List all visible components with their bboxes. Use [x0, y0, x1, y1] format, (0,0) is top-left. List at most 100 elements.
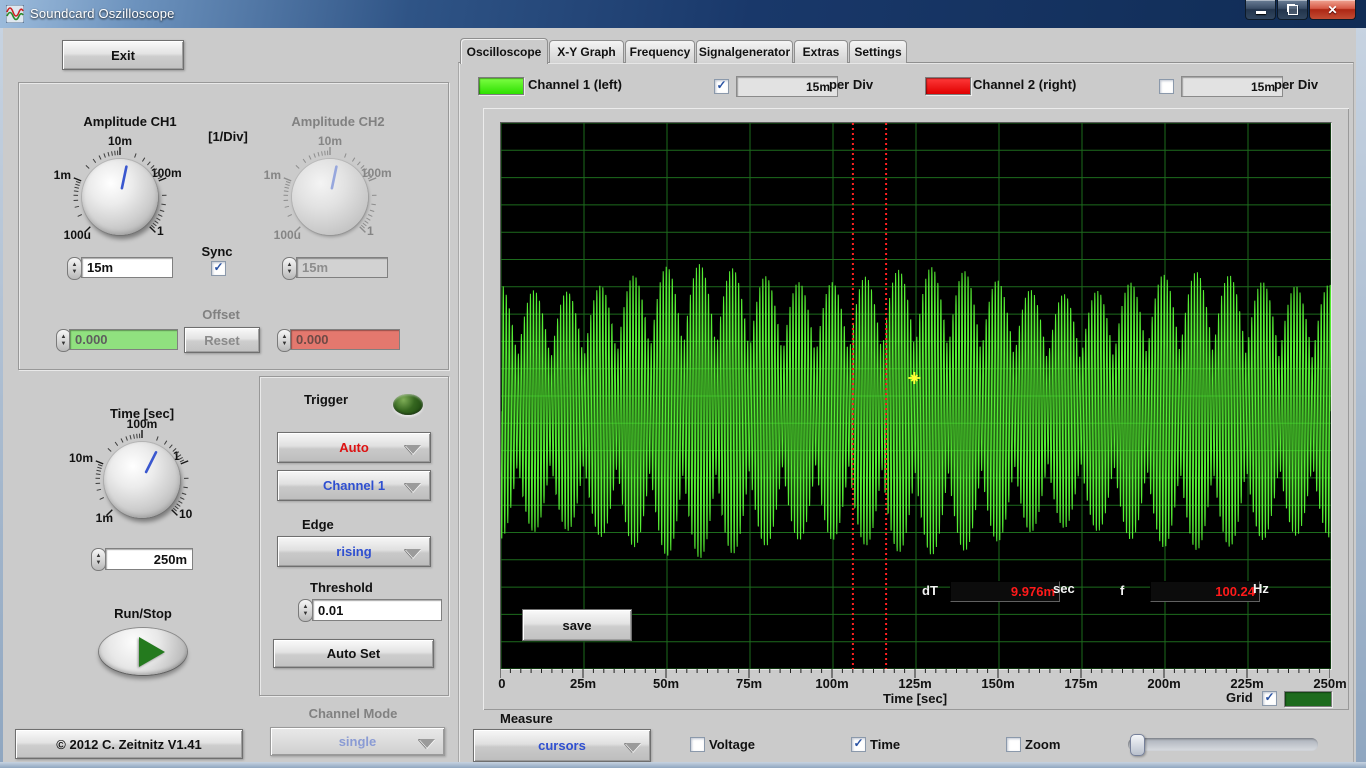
voltage-label: Voltage	[709, 737, 755, 752]
tab-extras[interactable]: Extras	[794, 40, 848, 63]
chevron-down-icon	[405, 549, 421, 558]
save-button[interactable]: save	[522, 609, 632, 641]
chevron-down-icon	[405, 445, 421, 454]
channel2-perdiv-value[interactable]: 15m	[1181, 76, 1283, 97]
amplitude-ch2-spinner[interactable]: ▲▼	[282, 257, 297, 280]
offset-ch2-value[interactable]: 0.000	[290, 329, 400, 350]
minimize-icon	[1256, 11, 1266, 14]
tab-label: Frequency	[630, 45, 691, 59]
x-tick-label: 50m	[653, 676, 679, 691]
grid-label: Grid	[1226, 690, 1253, 705]
zoom-slider-handle[interactable]	[1130, 734, 1145, 756]
x-tick-label: 225m	[1230, 676, 1263, 691]
channel1-perdiv-value[interactable]: 15m	[736, 76, 838, 97]
zoom-label: Zoom	[1025, 737, 1060, 752]
amplitude-ch1-spinner[interactable]: ▲▼	[67, 257, 82, 280]
offset-ch1-value[interactable]: 0.000	[69, 329, 178, 350]
threshold-label: Threshold	[310, 580, 373, 595]
amplitude-ch1-value[interactable]: 15m	[81, 257, 173, 278]
x-tick-label: 0	[498, 676, 505, 691]
x-tick-label: 200m	[1147, 676, 1180, 691]
tab-label: Oscilloscope	[467, 45, 542, 59]
amplitude-ch2-value[interactable]: 15m	[296, 257, 388, 278]
channel1-perdiv-checkbox[interactable]	[714, 79, 729, 94]
time-spinner[interactable]: ▲▼	[91, 548, 106, 571]
tab-label: Signalgenerator	[699, 45, 790, 59]
x-tick-label: 150m	[981, 676, 1014, 691]
amplitude-unit-label: [1/Div]	[196, 129, 260, 144]
tab-oscilloscope[interactable]: Oscilloscope	[460, 38, 548, 64]
time-value[interactable]: 250m	[105, 548, 193, 570]
tab-signalgenerator[interactable]: Signalgenerator	[696, 40, 793, 63]
run-stop-button[interactable]	[99, 628, 187, 675]
window-right-border	[1356, 28, 1366, 768]
freq-value: 100.24	[1150, 581, 1260, 602]
channel-mode-value: single	[339, 734, 377, 749]
measure-selector-dropdown[interactable]: cursors	[473, 729, 651, 762]
app-window: Soundcard Oszilloscope ✕ Exit Amplitude …	[0, 0, 1366, 768]
restore-button[interactable]	[1277, 0, 1308, 20]
channel1-perdiv-label: per Div	[829, 77, 873, 92]
channel1-color-swatch	[478, 77, 524, 95]
trigger-mode-dropdown[interactable]: Auto	[277, 432, 431, 463]
close-button[interactable]: ✕	[1309, 0, 1356, 20]
trigger-source-dropdown[interactable]: Channel 1	[277, 470, 431, 501]
edge-dropdown[interactable]: rising	[277, 536, 431, 567]
channel-mode-dropdown[interactable]: single	[270, 727, 445, 756]
channel2-perdiv-checkbox[interactable]	[1159, 79, 1174, 94]
zoom-checkbox[interactable]	[1006, 737, 1021, 752]
trigger-source-value: Channel 1	[323, 478, 385, 493]
chevron-down-icon	[405, 483, 421, 492]
amplitude-ch1-knob[interactable]: 100u 1m 10m 100m 1	[55, 132, 185, 262]
time-checkbox[interactable]	[851, 737, 866, 752]
tab-frequency[interactable]: Frequency	[625, 40, 695, 63]
x-tick-label: 100m	[815, 676, 848, 691]
time-knob[interactable]: 1m 10m 100m 1 10	[77, 415, 207, 545]
restore-icon	[1288, 5, 1298, 15]
trigger-led	[393, 394, 423, 415]
edge-label: Edge	[302, 517, 334, 532]
zoom-slider[interactable]	[1128, 738, 1318, 751]
save-label: save	[563, 618, 592, 633]
auto-set-button[interactable]: Auto Set	[273, 639, 434, 668]
measure-selector-value: cursors	[538, 738, 586, 753]
knob-ticks-pointer	[265, 132, 395, 262]
tab-settings[interactable]: Settings	[849, 40, 907, 63]
x-axis-title: Time [sec]	[860, 691, 970, 706]
sync-checkbox[interactable]	[211, 261, 226, 276]
window-title: Soundcard Oszilloscope	[30, 6, 175, 21]
tab-label: Extras	[803, 45, 840, 59]
amplitude-ch2-knob[interactable]: 100u 1m 10m 100m 1	[265, 132, 395, 262]
chevron-down-icon	[625, 743, 641, 752]
grid-checkbox[interactable]	[1262, 691, 1277, 706]
x-tick-label: 125m	[898, 676, 931, 691]
knob-ticks-pointer	[55, 132, 185, 262]
auto-set-label: Auto Set	[327, 646, 380, 661]
channel2-color-swatch	[925, 77, 971, 95]
window-controls: ✕	[1245, 0, 1356, 20]
app-icon	[6, 5, 24, 23]
reset-label: Reset	[204, 333, 239, 348]
minimize-button[interactable]	[1245, 0, 1276, 20]
grid-color-swatch	[1284, 691, 1332, 707]
x-tick-label: 250m	[1313, 676, 1346, 691]
run-stop-label: Run/Stop	[103, 606, 183, 621]
voltage-checkbox[interactable]	[690, 737, 705, 752]
trigger-title: Trigger	[296, 392, 356, 407]
freq-unit: Hz	[1253, 581, 1269, 596]
channel2-perdiv-label: per Div	[1274, 77, 1318, 92]
dt-label: dT	[922, 583, 938, 598]
copyright-button[interactable]: © 2012 C. Zeitnitz V1.41	[15, 729, 243, 759]
dt-value: 9.976m	[950, 581, 1060, 602]
exit-button[interactable]: Exit	[62, 40, 184, 70]
x-axis-labels: 025m50m75m100m125m150m175m200m225m250m	[500, 676, 1332, 692]
threshold-value[interactable]: 0.01	[312, 599, 442, 621]
tab-xy-graph[interactable]: X-Y Graph	[549, 40, 624, 63]
offset-reset-button[interactable]: Reset	[184, 327, 260, 353]
freq-label: f	[1120, 583, 1124, 598]
sync-label: Sync	[196, 244, 238, 259]
chevron-down-icon	[419, 739, 435, 748]
exit-label: Exit	[111, 48, 135, 63]
x-tick-label: 25m	[570, 676, 596, 691]
threshold-spinner[interactable]: ▲▼	[298, 599, 313, 622]
